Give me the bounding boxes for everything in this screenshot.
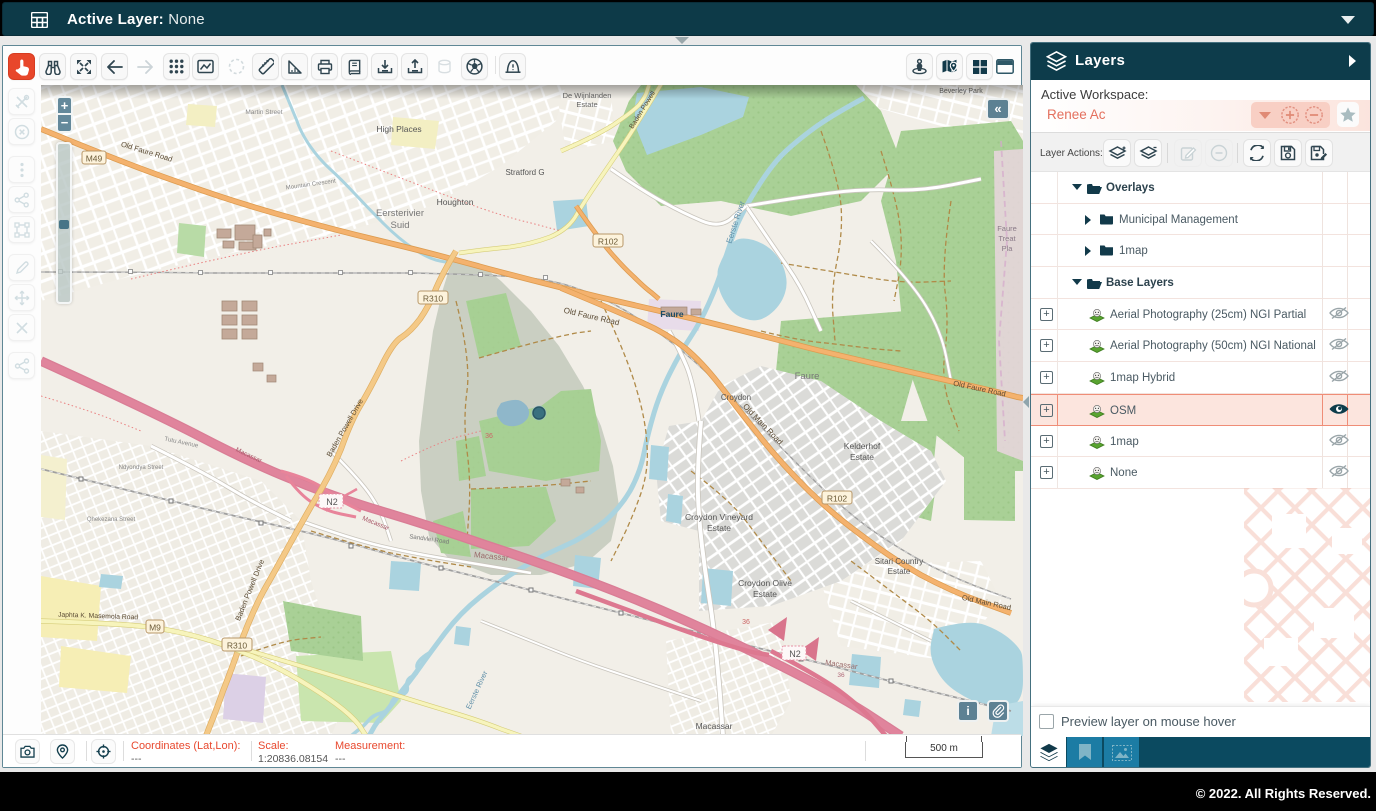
svg-text:Treat: Treat — [998, 234, 1016, 243]
svg-text:36: 36 — [742, 619, 750, 626]
svg-text:Qhekezana Street: Qhekezana Street — [87, 517, 136, 523]
svg-text:Pla: Pla — [1002, 244, 1014, 253]
svg-text:Martin Street: Martin Street — [245, 109, 282, 116]
svg-text:High Places: High Places — [376, 124, 421, 134]
svg-text:Faure: Faure — [997, 224, 1017, 233]
svg-text:Kelderhof: Kelderhof — [844, 441, 881, 451]
svg-text:R310: R310 — [423, 294, 444, 304]
svg-text:Stratford G: Stratford G — [505, 168, 544, 177]
svg-text:Macassar: Macassar — [696, 721, 733, 731]
svg-text:M9: M9 — [149, 623, 161, 633]
svg-text:M49: M49 — [86, 154, 103, 164]
svg-text:Croydon: Croydon — [721, 393, 751, 402]
svg-text:Croydon Olive: Croydon Olive — [738, 578, 792, 588]
svg-text:Sitari Country: Sitari Country — [875, 557, 923, 566]
svg-text:R102: R102 — [827, 494, 848, 504]
svg-text:Suid: Suid — [390, 220, 409, 231]
svg-text:36: 36 — [485, 433, 493, 440]
svg-text:Faure: Faure — [795, 371, 820, 382]
svg-text:Estate: Estate — [576, 100, 597, 109]
svg-text:R102: R102 — [598, 237, 619, 247]
svg-text:Beverley Park: Beverley Park — [939, 88, 983, 95]
svg-text:36: 36 — [837, 672, 845, 679]
svg-text:N2: N2 — [326, 497, 338, 507]
svg-text:Estate: Estate — [707, 523, 731, 533]
svg-text:Faure: Faure — [660, 309, 683, 319]
svg-text:De Wijnlanden: De Wijnlanden — [563, 91, 612, 100]
svg-text:Ndyondya Street: Ndyondya Street — [119, 465, 164, 471]
svg-text:Croydon Vineyard: Croydon Vineyard — [685, 512, 753, 522]
svg-text:Estate: Estate — [753, 589, 777, 599]
svg-text:Estate: Estate — [850, 452, 874, 462]
svg-text:N2: N2 — [789, 649, 801, 659]
svg-text:Eersterivier: Eersterivier — [376, 208, 424, 219]
svg-text:Estate: Estate — [888, 567, 911, 576]
svg-text:Houghton: Houghton — [437, 197, 474, 207]
svg-text:R310: R310 — [227, 641, 248, 651]
